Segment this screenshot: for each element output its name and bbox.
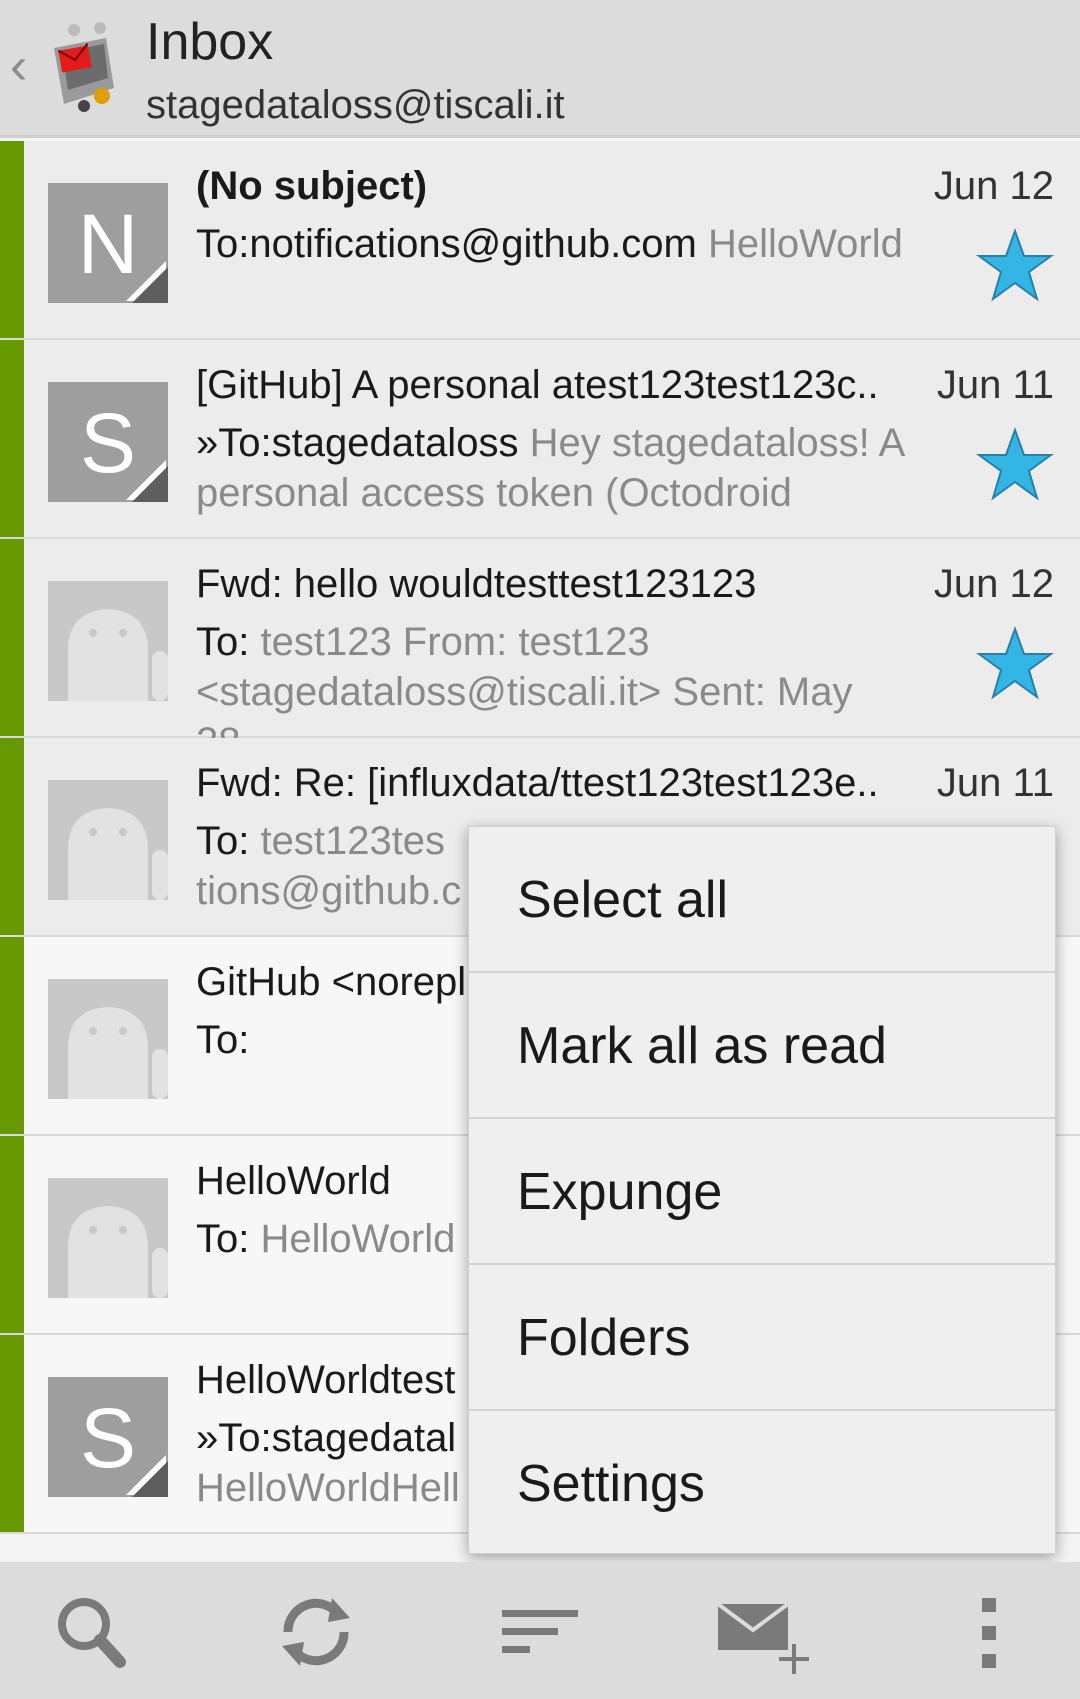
android-placeholder-icon (68, 1007, 168, 1099)
menu-item-select-all[interactable]: Select all (469, 827, 1055, 973)
star-icon[interactable] (976, 227, 1054, 303)
message-recipient: »To:stagedatal (196, 1416, 457, 1460)
avatar-corner-fold (132, 1461, 168, 1497)
unread-indicator (0, 539, 24, 736)
unread-indicator (0, 1136, 24, 1333)
action-bar: ‹ Inbox stagedataloss@tiscali.it (0, 0, 1080, 138)
message-date: Jun 12 (933, 562, 1054, 606)
unread-indicator (0, 340, 24, 537)
search-icon[interactable] (44, 1582, 144, 1682)
avatar[interactable] (48, 1178, 168, 1298)
message-recipient: To: (196, 1217, 250, 1261)
star-icon[interactable] (976, 625, 1054, 701)
avatar[interactable] (48, 780, 168, 900)
message-row[interactable]: S [GitHub] A personal atest123test123c..… (0, 340, 1080, 539)
bottom-toolbar (0, 1562, 1080, 1699)
message-subject: [GitHub] A personal atest123test123c.. (196, 363, 879, 407)
menu-item-settings[interactable]: Settings (469, 1411, 1055, 1557)
page-title: Inbox (146, 13, 274, 71)
unread-indicator (0, 738, 24, 935)
avatar[interactable] (48, 979, 168, 1099)
android-placeholder-icon (68, 1206, 168, 1298)
message-subject: (No subject) (196, 164, 428, 208)
refresh-icon[interactable] (266, 1582, 366, 1682)
message-date: Jun 11 (936, 363, 1054, 407)
avatar-corner-fold (132, 267, 168, 303)
unread-indicator (0, 141, 24, 338)
unread-indicator (0, 937, 24, 1134)
message-subject: Fwd: Re: [influxdata/ttest123test123e.. (196, 761, 879, 805)
message-subject: Fwd: hello wouldtesttest123123 (196, 562, 757, 606)
message-snippet: HelloWorld (707, 222, 903, 266)
avatar[interactable]: S (48, 382, 168, 502)
message-row[interactable]: Fwd: hello wouldtesttest123123 Jun 12 To… (0, 539, 1080, 764)
overflow-menu-icon[interactable] (940, 1582, 1040, 1682)
sort-icon[interactable] (490, 1582, 590, 1682)
menu-item-mark-all-read[interactable]: Mark all as read (469, 973, 1055, 1119)
avatar-corner-fold (132, 466, 168, 502)
message-row[interactable]: N (No subject) Jun 12 To:notifications@g… (0, 141, 1080, 340)
compose-icon[interactable] (712, 1582, 812, 1682)
back-chevron-icon[interactable]: ‹ (10, 40, 27, 92)
android-placeholder-icon (68, 609, 168, 701)
app-logo-icon[interactable] (44, 18, 124, 114)
avatar[interactable]: S (48, 1377, 168, 1497)
message-date: Jun 11 (936, 761, 1054, 805)
message-recipient: To: (196, 620, 250, 664)
message-date: Jun 12 (933, 164, 1054, 208)
message-recipient: To: (196, 819, 250, 863)
account-email: stagedataloss@tiscali.it (146, 83, 565, 127)
star-icon[interactable] (976, 426, 1054, 502)
message-snippet: HelloWorld (260, 1217, 456, 1261)
unread-indicator (0, 1335, 24, 1532)
message-recipient: To: (196, 1018, 250, 1062)
app-root: ‹ Inbox stagedataloss@tiscali.it N (No s… (0, 0, 1080, 1699)
overflow-menu: Select all Mark all as read Expunge Fold… (468, 826, 1056, 1554)
menu-item-folders[interactable]: Folders (469, 1265, 1055, 1411)
android-placeholder-icon (68, 808, 168, 900)
message-preview: To:notifications@github.com HelloWorld (196, 219, 936, 269)
avatar[interactable]: N (48, 183, 168, 303)
avatar[interactable] (48, 581, 168, 701)
menu-item-expunge[interactable]: Expunge (469, 1119, 1055, 1265)
message-preview: »To:stagedataloss Hey stagedataloss! A p… (196, 418, 916, 518)
message-recipient: To:notifications@github.com (196, 222, 697, 266)
message-snippet: test123tes (260, 819, 446, 863)
message-recipient: »To:stagedataloss (196, 421, 519, 465)
